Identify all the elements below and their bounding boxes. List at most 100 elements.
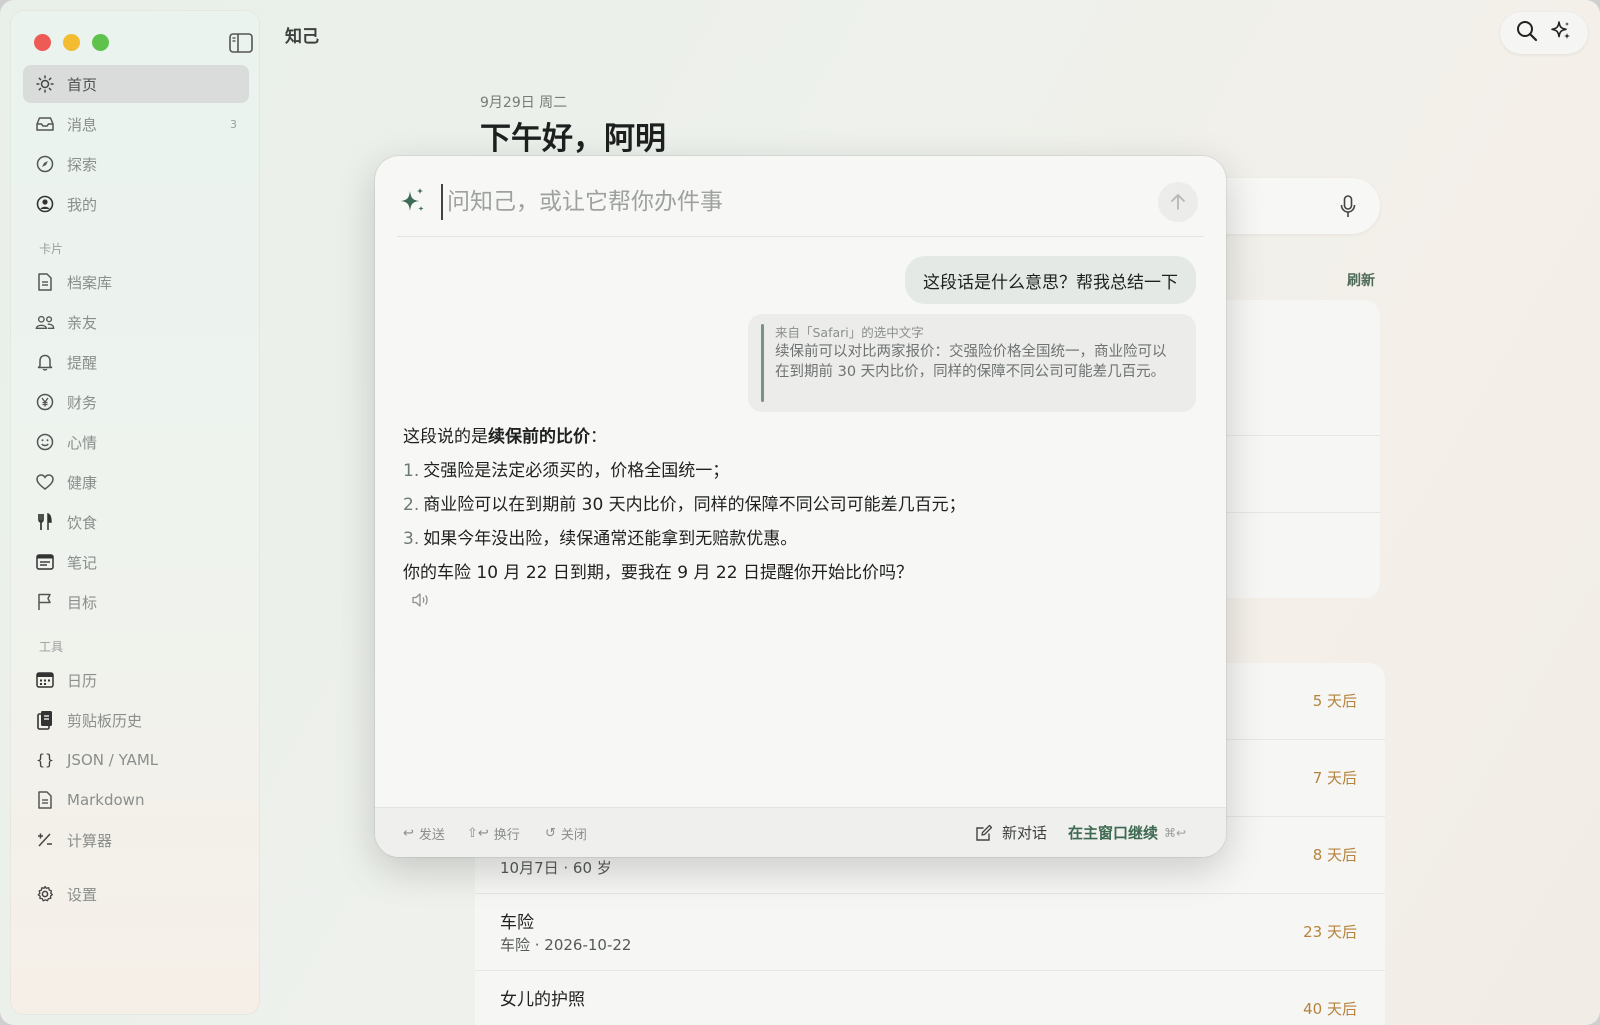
due-badge: 7 天后 xyxy=(1312,769,1357,787)
undo-icon: ↺ xyxy=(545,826,556,841)
sidebar-item-messages[interactable]: 消息 3 xyxy=(23,105,249,143)
list-item[interactable]: 女儿的护照 40 天后 xyxy=(475,971,1385,1025)
inbox-icon xyxy=(35,114,55,134)
sidebar-item-me[interactable]: 我的 xyxy=(23,185,249,223)
arrow-up-icon xyxy=(1171,194,1185,210)
sidebar-nav: 首页 消息 3 探索 我的 卡片 档案库 亲友 提醒 财务 心情 健康 饮食 笔… xyxy=(23,65,249,915)
sidebar-item-goals[interactable]: 目标 xyxy=(23,583,249,621)
section-label-cards: 卡片 xyxy=(39,242,64,256)
answer-point: 1. 交强险是法定必须买的，价格全国统一； xyxy=(403,461,730,481)
new-chat-button[interactable]: 新对话 xyxy=(975,822,1047,843)
shift-return-key-icon: ⇧↩ xyxy=(467,826,489,841)
due-badge: 40 天后 xyxy=(1303,1000,1357,1018)
search-icon[interactable] xyxy=(1516,20,1538,46)
sidebar-item-label: 设置 xyxy=(67,885,98,904)
assistant-prompt-input[interactable] xyxy=(441,184,1121,220)
clipboard-icon xyxy=(35,710,55,730)
compass-icon xyxy=(35,154,55,174)
assistant-footer: ↩ 发送 ⇧↩ 换行 ↺ 关闭 新对话 在主窗口继续 ⌘↩ xyxy=(375,807,1226,857)
sidebar-item-label: 计算器 xyxy=(67,831,113,850)
gear-icon xyxy=(35,884,55,904)
app-window: 首页 消息 3 探索 我的 卡片 档案库 亲友 提醒 财务 心情 健康 饮食 笔… xyxy=(0,0,1600,1025)
sidebar-item-family[interactable]: 亲友 xyxy=(23,303,249,341)
sidebar-item-label: 我的 xyxy=(67,195,98,214)
answer-point: 2. 商业险可以在到期前 30 天内比价，同样的保障不同公司可能差几百元； xyxy=(403,495,966,515)
newline-hint: ⇧↩ 换行 xyxy=(467,826,520,843)
sidebar-item-home[interactable]: 首页 xyxy=(23,65,249,103)
minimize-window-button[interactable] xyxy=(63,34,80,51)
sun-icon xyxy=(35,74,55,94)
sidebar-item-label: 档案库 xyxy=(67,273,113,292)
document-icon xyxy=(35,272,55,292)
sidebar-item-finance[interactable]: 财务 xyxy=(23,383,249,421)
continue-in-main-window-button[interactable]: 在主窗口继续 ⌘↩ xyxy=(1068,822,1186,843)
answer-intro: 这段说的是续保前的比价： xyxy=(403,427,607,447)
sidebar-item-label: 目标 xyxy=(67,593,98,612)
heart-icon xyxy=(35,472,55,492)
sidebar-item-json-yaml[interactable]: {} JSON / YAML xyxy=(23,741,249,779)
section-label-tools: 工具 xyxy=(39,640,64,654)
sidebar-item-archive[interactable]: 档案库 xyxy=(23,263,249,301)
calendar-icon xyxy=(35,670,55,690)
answer-question: 你的车险 10 月 22 日到期，要我在 9 月 22 日提醒你开始比价吗？ xyxy=(403,563,913,583)
ai-sparkle-icon xyxy=(399,186,427,220)
app-title: 知己 xyxy=(285,27,319,47)
assistant-answer: 这段说的是续保前的比价： 1. 交强险是法定必须买的，价格全国统一； 2. 商业险可… xyxy=(403,420,1193,590)
bell-icon xyxy=(35,352,55,372)
sidebar-item-calendar[interactable]: 日历 xyxy=(23,661,249,699)
answer-point: 3. 如果今年没出险，续保通常还能拿到无赔款优惠。 xyxy=(403,529,798,549)
ai-sparkle-icon[interactable] xyxy=(1550,20,1572,46)
flag-icon xyxy=(35,592,55,612)
sidebar-item-reminders[interactable]: 提醒 xyxy=(23,343,249,381)
user-message-bubble: 这段话是什么意思？帮我总结一下 xyxy=(905,256,1196,304)
unread-count-badge: 3 xyxy=(230,117,237,131)
close-window-button[interactable] xyxy=(34,34,51,51)
calculator-icon xyxy=(35,830,55,850)
sidebar-item-label: 亲友 xyxy=(67,313,98,332)
sidebar-item-settings[interactable]: 设置 xyxy=(23,875,249,913)
refresh-button[interactable]: 刷新 xyxy=(1347,270,1375,290)
due-badge: 8 天后 xyxy=(1312,846,1357,864)
close-hint[interactable]: ↺ 关闭 xyxy=(545,824,587,843)
sidebar-item-notes[interactable]: 笔记 xyxy=(23,543,249,581)
sidebar-item-label: 探索 xyxy=(67,155,98,174)
send-button[interactable] xyxy=(1158,182,1198,222)
microphone-icon[interactable] xyxy=(1340,195,1356,223)
prompt-row xyxy=(397,182,1204,222)
notes-icon xyxy=(35,552,55,572)
assistant-panel: 这段话是什么意思？帮我总结一下 来自「Safari」的选中文字 续保前可以对比两… xyxy=(375,156,1226,857)
sidebar-item-label: Markdown xyxy=(67,791,145,809)
quote-text: 续保前可以对比两家报价：交强险价格全国统一，商业险可以在到期前 30 天内比价，… xyxy=(775,344,1167,380)
sidebar-item-label: 剪贴板历史 xyxy=(67,711,143,730)
sidebar-item-markdown[interactable]: Markdown xyxy=(23,781,249,819)
list-item[interactable]: 车险 车险 · 2026-10-22 23 天后 xyxy=(475,894,1385,971)
sidebar-item-label: 消息 xyxy=(67,115,98,134)
return-key-icon: ↩ xyxy=(403,826,414,841)
quoted-selection: 来自「Safari」的选中文字 续保前可以对比两家报价：交强险价格全国统一，商业… xyxy=(748,314,1196,412)
compose-icon xyxy=(976,824,993,841)
due-badge: 5 天后 xyxy=(1312,692,1357,710)
sidebar-item-diet[interactable]: 饮食 xyxy=(23,503,249,541)
people-icon xyxy=(35,312,55,332)
smiley-icon xyxy=(35,432,55,452)
sidebar-item-label: 日历 xyxy=(67,671,98,690)
sidebar-item-label: JSON / YAML xyxy=(67,751,159,769)
shortcut-hint: ⌘↩ xyxy=(1164,825,1187,840)
sidebar-item-calculator[interactable]: 计算器 xyxy=(23,821,249,859)
sidebar-item-mood[interactable]: 心情 xyxy=(23,423,249,461)
sidebar-toggle-icon[interactable] xyxy=(229,33,253,53)
sidebar-item-clipboard[interactable]: 剪贴板历史 xyxy=(23,701,249,739)
sidebar-item-explore[interactable]: 探索 xyxy=(23,145,249,183)
sidebar: 首页 消息 3 探索 我的 卡片 档案库 亲友 提醒 财务 心情 健康 饮食 笔… xyxy=(10,10,260,1015)
braces-icon: {} xyxy=(35,751,55,769)
yen-icon xyxy=(35,392,55,412)
sidebar-item-label: 提醒 xyxy=(67,353,98,372)
sidebar-item-label: 健康 xyxy=(67,473,98,492)
zoom-window-button[interactable] xyxy=(92,34,109,51)
sidebar-item-label: 财务 xyxy=(67,393,98,412)
quote-source: 来自「Safari」的选中文字 xyxy=(775,325,924,340)
speaker-icon[interactable] xyxy=(411,592,433,612)
sidebar-item-label: 笔记 xyxy=(67,553,98,572)
markdown-file-icon xyxy=(35,790,55,810)
sidebar-item-health[interactable]: 健康 xyxy=(23,463,249,501)
